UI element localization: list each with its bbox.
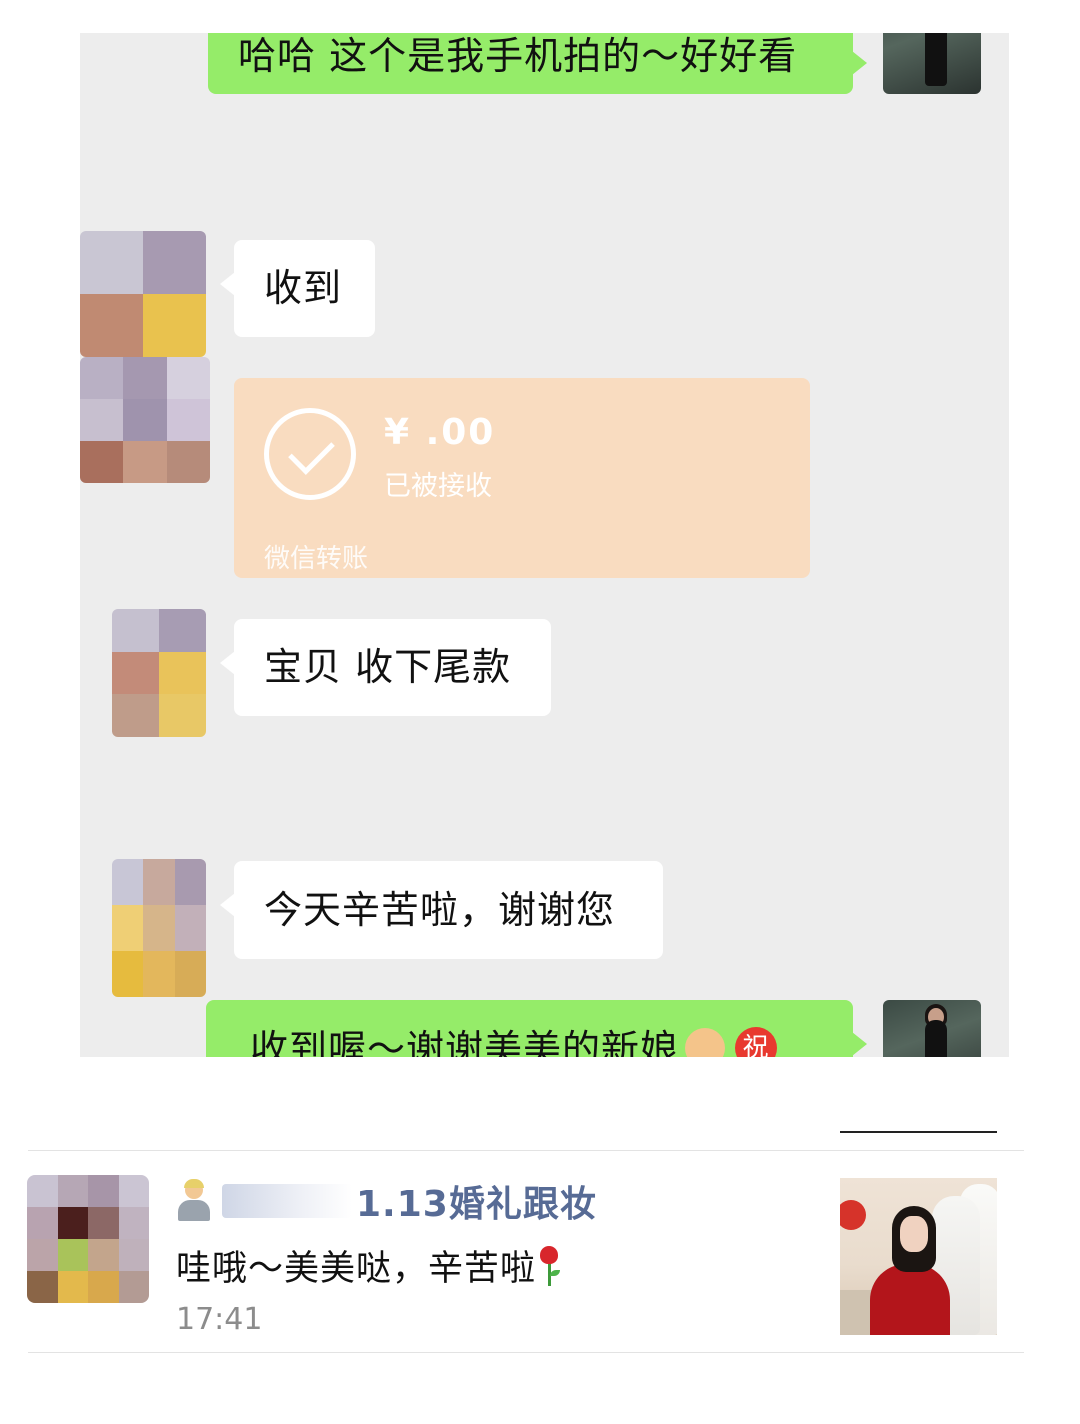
congratulations-emoji-icon: 祝 (735, 1026, 778, 1057)
wechat-transfer-card[interactable]: ¥ .00 已被接收 微信转账 (234, 378, 810, 578)
my-avatar[interactable] (883, 33, 981, 94)
message-text: 宝贝 收下尾款 (264, 645, 512, 689)
bubble-tail (852, 1032, 867, 1056)
checkmark-icon (264, 408, 356, 500)
divider (28, 1352, 1024, 1353)
comment-timestamp: 17:41 (176, 1302, 263, 1337)
divider (28, 1150, 1024, 1151)
bride-emoji-icon (685, 1027, 726, 1057)
commenter-name-row[interactable]: 1.13婚礼跟妆 (176, 1178, 597, 1225)
transfer-status: 已被接收 (384, 471, 492, 502)
message-text-content: 收到喔～谢谢美美的新娘 (250, 1027, 680, 1057)
comment-text-content: 哇哦～美美哒，辛苦啦 (176, 1249, 537, 1289)
rose-emoji-icon (536, 1246, 562, 1286)
commenter-name: 1.13婚礼跟妆 (356, 1184, 597, 1225)
contact-avatar[interactable] (112, 859, 206, 997)
bubble-tail (220, 893, 235, 917)
bubble-tail (220, 651, 235, 675)
person-emoji-icon (176, 1179, 212, 1221)
divider (840, 1131, 997, 1133)
message-bubble-incoming[interactable]: 今天辛苦啦，谢谢您 (220, 861, 663, 959)
message-bubble-outgoing[interactable]: 收到喔～谢谢美美的新娘 祝 (206, 1000, 867, 1057)
chat-screenshot: 哈哈 这个是我手机拍的～好好看 收到 ¥ .00 已被接收 微信转账 宝贝 收下… (80, 33, 1009, 1057)
message-bubble-incoming[interactable]: 收到 (220, 240, 375, 337)
message-text: 今天辛苦啦，谢谢您 (264, 888, 616, 932)
comment-text: 哇哦～美美哒，辛苦啦 (176, 1240, 562, 1291)
message-bubble-incoming[interactable]: 宝贝 收下尾款 (220, 619, 551, 716)
contact-avatar[interactable] (80, 231, 206, 357)
contact-avatar[interactable] (112, 609, 206, 737)
my-avatar[interactable] (883, 1000, 981, 1057)
transfer-amount: ¥ .00 (384, 412, 496, 453)
blurred-name-segment (222, 1184, 352, 1218)
message-text: 收到喔～谢谢美美的新娘 祝 (250, 1026, 778, 1057)
bubble-tail (852, 51, 867, 75)
message-bubble-outgoing[interactable]: 哈哈 这个是我手机拍的～好好看 (208, 33, 867, 94)
contact-avatar[interactable] (80, 357, 210, 483)
message-text: 收到 (264, 266, 343, 310)
post-thumbnail-photo[interactable] (840, 1178, 997, 1335)
commenter-avatar[interactable] (27, 1175, 149, 1303)
bubble-tail (220, 272, 235, 296)
transfer-brand: 微信转账 (264, 544, 369, 574)
message-text: 哈哈 这个是我手机拍的～好好看 (238, 34, 798, 78)
